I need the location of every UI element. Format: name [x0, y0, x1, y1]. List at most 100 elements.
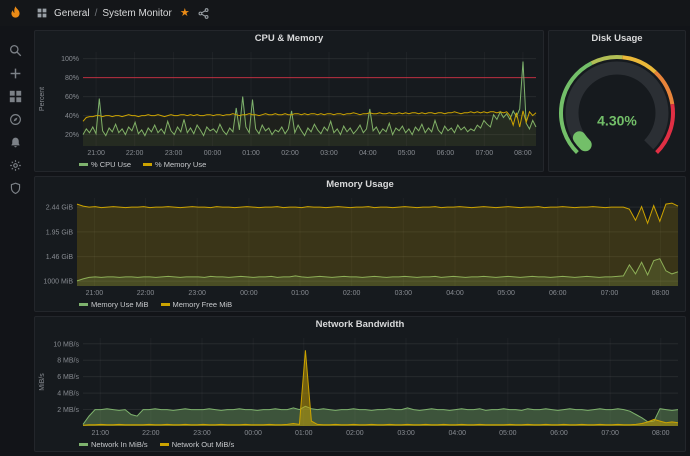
dashboards-icon[interactable] [9, 90, 22, 103]
svg-text:06:00: 06:00 [437, 150, 455, 157]
panel-disk-usage: Disk Usage 4.30% [548, 30, 686, 172]
memory-usage-chart[interactable]: 21:0022:0023:0000:0001:0002:0003:0004:00… [35, 193, 685, 298]
svg-text:05:00: 05:00 [497, 290, 515, 297]
svg-text:1.46 GiB: 1.46 GiB [46, 254, 74, 261]
legend-item[interactable]: % Memory Use [143, 160, 206, 169]
star-icon[interactable]: ★ [179, 8, 191, 19]
svg-text:4 MB/s: 4 MB/s [57, 391, 79, 398]
svg-text:07:00: 07:00 [476, 150, 494, 157]
top-navbar: General / System Monitor ★ [0, 0, 690, 26]
memory-usage-legend: Memory Use MiB Memory Free MiB [35, 298, 685, 311]
breadcrumb-dashboard-title: System Monitor [102, 8, 171, 19]
legend-item[interactable]: % CPU Use [79, 160, 131, 169]
grafana-flame-icon [7, 5, 24, 22]
breadcrumb-separator: / [95, 8, 98, 19]
svg-text:02:00: 02:00 [346, 430, 364, 437]
legend-series-label: Memory Free MiB [173, 300, 233, 309]
svg-text:07:00: 07:00 [601, 430, 619, 437]
panel-title-disk-usage[interactable]: Disk Usage [549, 31, 685, 47]
svg-text:03:00: 03:00 [320, 150, 338, 157]
legend-series-color [79, 303, 88, 306]
panel-memory-usage: Memory Usage 21:0022:0023:0000:0001:0002… [34, 176, 686, 312]
svg-text:21:00: 21:00 [86, 290, 104, 297]
svg-text:1000 MiB: 1000 MiB [43, 279, 73, 286]
dashboard-grid-icon [37, 8, 47, 18]
legend-series-label: % Memory Use [155, 160, 206, 169]
svg-text:10 MB/s: 10 MB/s [53, 341, 79, 348]
legend-series-color [79, 163, 88, 166]
panel-row-1: CPU & Memory 21:00 22:00 23:00 00:00 01:00 02… [34, 30, 686, 172]
svg-text:08:00: 08:00 [652, 430, 670, 437]
explore-compass-icon[interactable] [9, 113, 22, 126]
svg-text:23:00: 23:00 [193, 430, 211, 437]
svg-text:2.44 GiB: 2.44 GiB [46, 205, 74, 212]
svg-text:100%: 100% [61, 56, 79, 63]
svg-text:21:00: 21:00 [87, 150, 105, 157]
main-area: CPU & Memory 21:00 22:00 23:00 00:00 01:00 02… [0, 26, 690, 456]
svg-text:01:00: 01:00 [295, 430, 313, 437]
legend-series-color [160, 443, 169, 446]
panel-title-network-bandwidth[interactable]: Network Bandwidth [35, 317, 685, 333]
search-icon[interactable] [9, 44, 22, 57]
panel-title-cpu-memory[interactable]: CPU & Memory [35, 31, 543, 47]
svg-text:08:00: 08:00 [514, 150, 532, 157]
panel-title-memory-usage[interactable]: Memory Usage [35, 177, 685, 193]
svg-text:22:00: 22:00 [137, 290, 155, 297]
legend-series-label: % CPU Use [91, 160, 131, 169]
svg-text:02:00: 02:00 [281, 150, 299, 157]
cpu-memory-chart[interactable]: 21:00 22:00 23:00 00:00 01:00 02:00 03:00 04:00… [35, 47, 543, 158]
panel-network-bandwidth: Network Bandwidth 21:0022:0023:0000:0001… [34, 316, 686, 452]
gauge-value: 4.30% [597, 112, 637, 128]
shield-icon[interactable] [9, 182, 22, 195]
svg-text:60%: 60% [65, 94, 79, 101]
svg-text:04:00: 04:00 [446, 290, 464, 297]
cpu-memory-legend: % CPU Use % Memory Use [35, 158, 543, 171]
legend-item[interactable]: Memory Free MiB [161, 300, 233, 309]
svg-text:02:00: 02:00 [343, 290, 361, 297]
svg-text:01:00: 01:00 [291, 290, 309, 297]
legend-series-color [161, 303, 170, 306]
svg-text:05:00: 05:00 [398, 150, 416, 157]
sidebar [0, 26, 30, 456]
svg-text:40%: 40% [65, 113, 79, 120]
legend-item[interactable]: Memory Use MiB [79, 300, 149, 309]
panel-cpu-memory: CPU & Memory 21:00 22:00 23:00 00:00 01:00 02… [34, 30, 544, 172]
svg-text:8 MB/s: 8 MB/s [57, 358, 79, 365]
breadcrumb: General / System Monitor [54, 8, 172, 19]
svg-text:80%: 80% [65, 75, 79, 82]
svg-text:04:00: 04:00 [359, 150, 377, 157]
svg-text:01:00: 01:00 [242, 150, 260, 157]
network-bandwidth-legend: Network In MiB/s Network Out MiB/s [35, 438, 685, 451]
svg-text:2 MB/s: 2 MB/s [57, 407, 79, 414]
svg-text:22:00: 22:00 [142, 430, 160, 437]
dashboard-content: CPU & Memory 21:00 22:00 23:00 00:00 01:00 02… [30, 26, 690, 456]
legend-item[interactable]: Network Out MiB/s [160, 440, 235, 449]
svg-text:07:00: 07:00 [601, 290, 619, 297]
legend-series-color [79, 443, 88, 446]
svg-text:03:00: 03:00 [397, 430, 415, 437]
svg-text:00:00: 00:00 [244, 430, 262, 437]
grafana-logo[interactable] [0, 0, 30, 26]
svg-text:08:00: 08:00 [652, 290, 670, 297]
plus-icon[interactable] [9, 67, 22, 80]
network-bandwidth-chart[interactable]: 21:0022:0023:0000:0001:0002:0003:0004:00… [35, 333, 685, 438]
svg-text:1.95 GiB: 1.95 GiB [46, 229, 74, 236]
alerting-bell-icon[interactable] [9, 136, 22, 149]
svg-text:22:00: 22:00 [126, 150, 144, 157]
svg-text:00:00: 00:00 [204, 150, 222, 157]
disk-usage-gauge: 4.30% [549, 47, 685, 171]
svg-text:05:00: 05:00 [499, 430, 517, 437]
legend-series-label: Network Out MiB/s [172, 440, 235, 449]
svg-text:Percent: Percent [39, 87, 46, 111]
svg-text:04:00: 04:00 [448, 430, 466, 437]
svg-text:20%: 20% [65, 132, 79, 139]
breadcrumb-folder[interactable]: General [54, 8, 90, 19]
svg-text:06:00: 06:00 [549, 290, 567, 297]
settings-gear-icon[interactable] [9, 159, 22, 172]
svg-text:23:00: 23:00 [165, 150, 183, 157]
grafana-app: General / System Monitor ★ [0, 0, 690, 456]
svg-text:6 MB/s: 6 MB/s [57, 374, 79, 381]
legend-item[interactable]: Network In MiB/s [79, 440, 148, 449]
svg-text:06:00: 06:00 [550, 430, 568, 437]
share-icon[interactable] [198, 8, 209, 19]
